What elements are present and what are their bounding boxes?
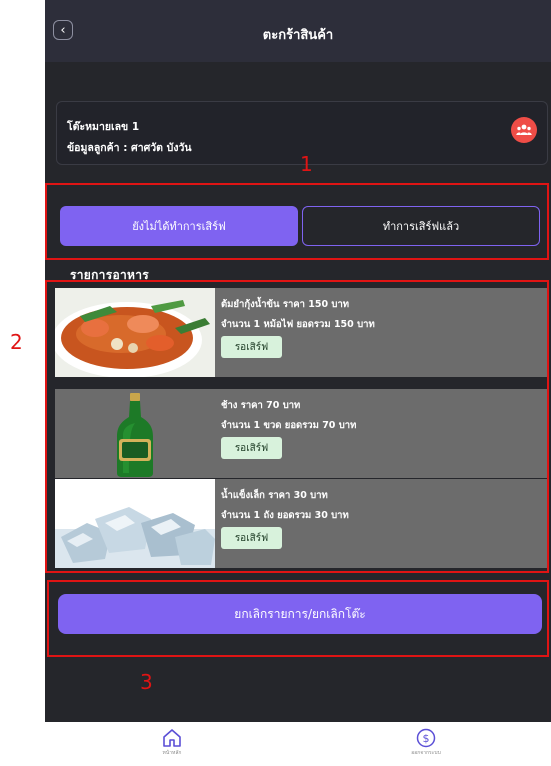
people-icon[interactable] — [511, 117, 537, 143]
nav-logout-label: ออกจากระบบ — [411, 750, 441, 756]
table-number: โต๊ะหมายเลข 1 — [67, 121, 140, 133]
annotation-box-3 — [47, 580, 549, 657]
header-bar: ‹ ตะกร้าสินค้า — [45, 0, 551, 62]
annotation-box-2 — [45, 280, 549, 573]
home-icon — [163, 729, 181, 747]
bottom-nav: หน้าหลัก $ ออกจากระบบ — [0, 722, 551, 766]
dollar-icon: $ — [416, 728, 436, 748]
nav-home-label: หน้าหลัก — [162, 750, 182, 756]
annotation-label-2: 2 — [10, 330, 23, 354]
customer-info: ข้อมูลลูกค้า : ศาศวัต บังวัน — [67, 142, 192, 154]
nav-logout[interactable]: $ ออกจากระบบ — [396, 728, 456, 757]
svg-text:$: $ — [423, 732, 430, 745]
annotation-label-1: 1 — [300, 152, 313, 176]
nav-home[interactable]: หน้าหลัก — [142, 728, 202, 757]
annotation-label-3: 3 — [140, 670, 153, 694]
annotation-box-1 — [45, 183, 549, 260]
page-title: ตะกร้าสินค้า — [262, 28, 334, 43]
